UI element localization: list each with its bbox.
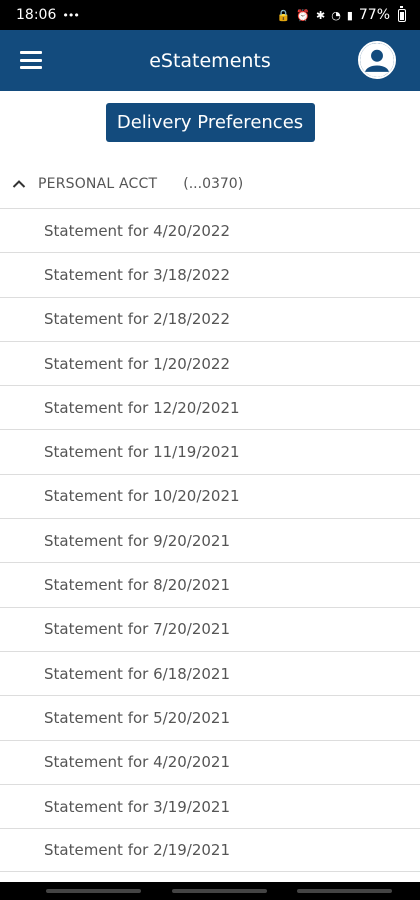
statement-item[interactable]: Statement for 4/20/2022 bbox=[0, 208, 420, 252]
statement-item[interactable]: Statement for 1/20/2022 bbox=[0, 340, 420, 385]
statement-item[interactable]: Statement for 9/20/2021 bbox=[0, 518, 420, 562]
notification-dots-icon: ••• bbox=[62, 8, 79, 22]
statement-item[interactable]: Statement for 2/18/2022 bbox=[0, 296, 420, 341]
system-nav-bar bbox=[0, 882, 420, 900]
statement-item[interactable]: Statement for 3/18/2022 bbox=[0, 252, 420, 296]
recents-nav-button[interactable] bbox=[46, 889, 141, 893]
statement-item[interactable]: Statement for 2/19/2021 bbox=[0, 828, 420, 873]
account-header[interactable]: PERSONAL ACCT (...0370) bbox=[0, 160, 420, 208]
app-bar: eStatements bbox=[0, 30, 420, 91]
signal-icon: ▮ bbox=[346, 8, 353, 22]
alarm-icon: ⏰ bbox=[296, 8, 310, 22]
account-number: (...0370) bbox=[183, 176, 244, 192]
statement-item[interactable]: Statement for 11/19/2021 bbox=[0, 429, 420, 473]
lock-icon: 🔒 bbox=[276, 8, 291, 22]
battery-percent: 77% bbox=[358, 7, 390, 23]
wifi-icon: ◔ bbox=[331, 8, 341, 22]
statement-item[interactable]: Statement for 3/19/2021 bbox=[0, 783, 420, 828]
user-profile-icon[interactable] bbox=[358, 41, 396, 79]
hamburger-menu-icon[interactable] bbox=[20, 51, 42, 69]
delivery-preferences-wrap: Delivery Preferences bbox=[0, 103, 420, 142]
statement-item[interactable]: Statement for 5/20/2021 bbox=[0, 695, 420, 739]
statement-list: Statement for 4/20/2022 Statement for 3/… bbox=[0, 208, 420, 873]
page-title: eStatements bbox=[149, 49, 271, 72]
home-nav-button[interactable] bbox=[171, 889, 267, 893]
statement-item[interactable]: Statement for 12/20/2021 bbox=[0, 385, 420, 429]
back-nav-button[interactable] bbox=[297, 889, 392, 893]
statement-item[interactable]: Statement for 10/20/2021 bbox=[0, 473, 420, 518]
chevron-up-icon[interactable] bbox=[0, 179, 38, 189]
status-time: 18:06 bbox=[16, 7, 57, 23]
status-bar: 18:06 ••• 🔒 ⏰ ✱ ◔ ▮ 77% bbox=[0, 0, 420, 30]
delivery-preferences-button[interactable]: Delivery Preferences bbox=[105, 103, 315, 142]
statement-item[interactable]: Statement for 6/18/2021 bbox=[0, 650, 420, 695]
statement-item[interactable]: Statement for 7/20/2021 bbox=[0, 606, 420, 651]
statement-item[interactable]: Statement for 8/20/2021 bbox=[0, 562, 420, 606]
account-name: PERSONAL ACCT bbox=[38, 176, 158, 192]
battery-icon bbox=[398, 5, 406, 22]
statement-item[interactable]: Statement for 4/20/2021 bbox=[0, 739, 420, 784]
bluetooth-icon: ✱ bbox=[315, 8, 326, 22]
